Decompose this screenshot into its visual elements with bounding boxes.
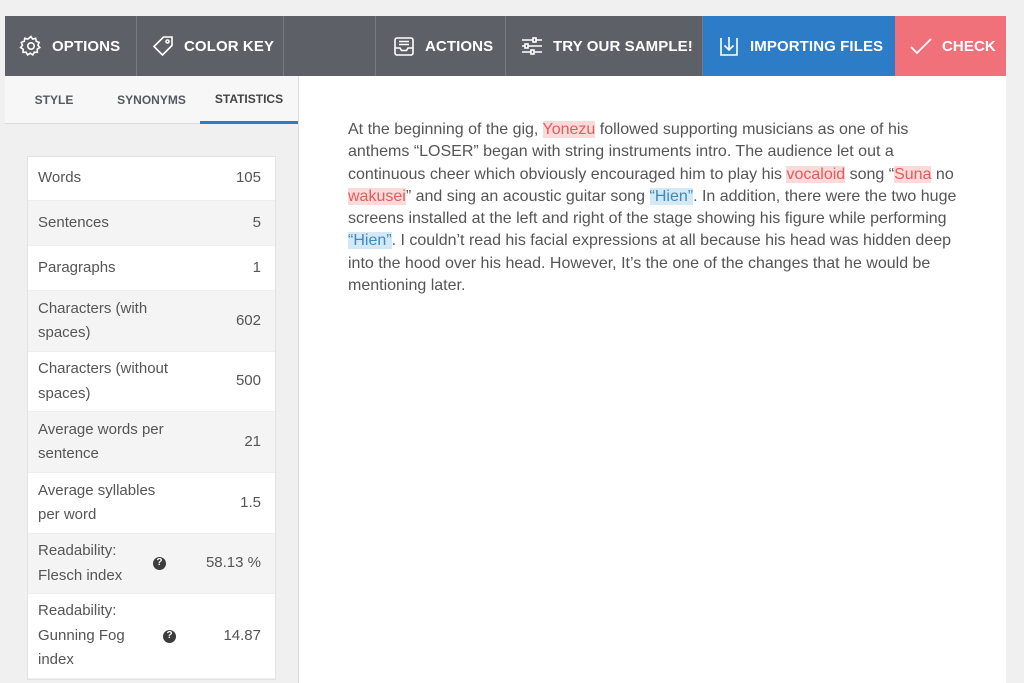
sidebar: STYLE SYNONYMS STATISTICS Words 105 Sent… bbox=[5, 76, 299, 683]
stat-label: Paragraphs bbox=[38, 258, 116, 276]
stat-value: 14.87 bbox=[223, 626, 261, 644]
checkmark-icon bbox=[910, 38, 932, 55]
importing-files-label: IMPORTING FILES bbox=[750, 37, 884, 55]
highlight-word[interactable]: Yonezu bbox=[542, 121, 596, 138]
help-icon[interactable]: ? bbox=[163, 629, 176, 643]
options-label: OPTIONS bbox=[52, 37, 121, 55]
text-segment: ” and sing an acoustic guitar song bbox=[405, 187, 650, 205]
highlight-word[interactable]: “Hien” bbox=[348, 232, 392, 250]
tab-style[interactable]: STYLE bbox=[5, 76, 103, 124]
app-window: OPTIONS COLOR KEY ACTIONS TRY OUR SAMPLE… bbox=[5, 16, 1006, 683]
sliders-icon bbox=[522, 37, 542, 55]
stat-value: 58.13 % bbox=[205, 554, 261, 572]
stat-row-avg-words-per-sentence: Average words per sentence 21 bbox=[28, 412, 275, 473]
text-segment: At the beginning of the gig, bbox=[348, 121, 543, 138]
options-button[interactable]: OPTIONS bbox=[5, 16, 137, 76]
stat-row-gunning-fog-index: Readability: Gunning Fog index ? 14.87 bbox=[28, 594, 275, 679]
statistics-table: Words 105 Sentences 5 Paragraphs 1 Chara… bbox=[27, 156, 276, 680]
stat-row-paragraphs: Paragraphs 1 bbox=[28, 246, 275, 291]
stat-label: Characters (without spaces) bbox=[38, 360, 169, 402]
importing-files-button[interactable]: IMPORTING FILES bbox=[703, 16, 895, 76]
stat-label: Characters (with spaces) bbox=[38, 299, 148, 342]
stat-row-characters-without-spaces: Characters (without spaces) 500 bbox=[28, 352, 275, 412]
text-segment: . I couldn’t read his facial expressions… bbox=[348, 232, 952, 295]
help-icon[interactable]: ? bbox=[152, 557, 166, 570]
tag-icon bbox=[152, 36, 173, 57]
stat-label: Sentences bbox=[38, 213, 109, 231]
sidebar-tabs: STYLE SYNONYMS STATISTICS bbox=[5, 76, 298, 124]
color-key-label: COLOR KEY bbox=[184, 37, 275, 55]
tab-statistics[interactable]: STATISTICS bbox=[200, 76, 298, 124]
stat-value: 1 bbox=[252, 258, 261, 276]
stat-value: 1.5 bbox=[240, 493, 261, 511]
color-key-button[interactable]: COLOR KEY bbox=[137, 16, 284, 76]
highlight-word[interactable]: vocaloid bbox=[786, 165, 846, 183]
check-button[interactable]: CHECK bbox=[895, 16, 1006, 76]
stat-label: Readability: Flesch index bbox=[38, 542, 123, 584]
download-icon bbox=[720, 37, 738, 56]
toolbar-spacer bbox=[284, 16, 376, 76]
stat-value: 500 bbox=[235, 372, 261, 390]
try-sample-button[interactable]: TRY OUR SAMPLE! bbox=[506, 16, 703, 76]
stat-value: 105 bbox=[235, 169, 261, 187]
inbox-icon bbox=[394, 37, 414, 56]
stat-label: Words bbox=[38, 169, 82, 187]
tab-synonyms[interactable]: SYNONYMS bbox=[103, 76, 200, 124]
text-segment: no bbox=[931, 165, 954, 183]
stat-value: 21 bbox=[244, 432, 261, 450]
stat-row-sentences: Sentences 5 bbox=[28, 201, 275, 246]
stat-row-avg-syllables-per-word: Average syllables per word 1.5 bbox=[28, 473, 275, 534]
toolbar: OPTIONS COLOR KEY ACTIONS TRY OUR SAMPLE… bbox=[5, 16, 1006, 76]
highlight-word[interactable]: “Hien” bbox=[649, 187, 694, 205]
actions-button[interactable]: ACTIONS bbox=[376, 16, 506, 76]
stat-row-characters-with-spaces: Characters (with spaces) 602 bbox=[28, 291, 275, 352]
stat-row-flesch-index: Readability: Flesch index ? 58.13 % bbox=[28, 534, 275, 594]
stat-value: 5 bbox=[252, 213, 261, 231]
stat-value: 602 bbox=[235, 311, 261, 329]
stat-label: Average words per sentence bbox=[38, 420, 164, 463]
actions-label: ACTIONS bbox=[425, 37, 494, 55]
highlight-word[interactable]: wakusei bbox=[348, 187, 406, 205]
stat-label: Average syllables per word bbox=[38, 481, 156, 524]
gear-icon bbox=[19, 35, 41, 57]
stat-label: Readability: Gunning Fog index bbox=[38, 602, 125, 669]
text-editor[interactable]: At the beginning of the gig, Yonezu foll… bbox=[348, 119, 968, 297]
check-label: CHECK bbox=[942, 37, 996, 55]
try-sample-label: TRY OUR SAMPLE! bbox=[553, 37, 693, 55]
stat-row-words: Words 105 bbox=[28, 157, 275, 201]
highlight-word[interactable]: Suna bbox=[894, 165, 932, 183]
text-segment: song “ bbox=[845, 165, 895, 183]
